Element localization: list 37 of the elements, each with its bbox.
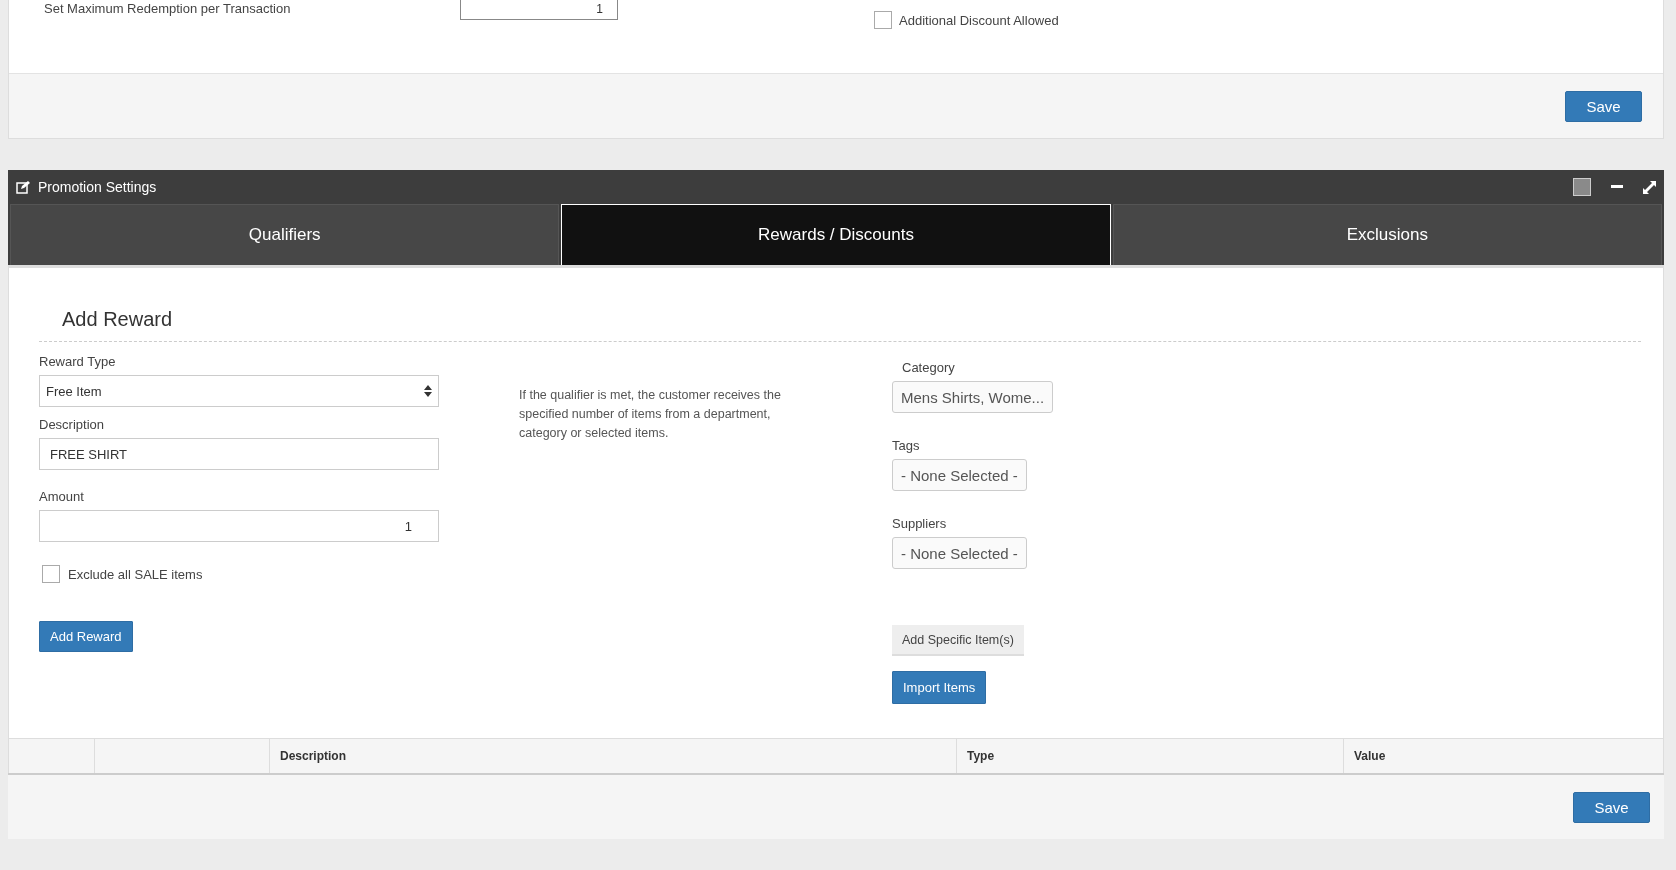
field-label: Reward Type: [39, 354, 117, 369]
input-field[interactable]: 1: [39, 510, 439, 542]
tags-select[interactable]: - None Selected -: [892, 459, 1027, 491]
minimize-icon[interactable]: [1611, 185, 1623, 189]
help-text: If the qualifier is met, the customer receives the specified number of items from a department, category or selected items.: [519, 387, 782, 442]
field-label: Set Maximum Redemption per Transaction: [44, 0, 292, 18]
suppliers-select[interactable]: - None Selected -: [892, 537, 1027, 569]
category-select[interactable]: Mens Shirts, Wome...: [892, 381, 1054, 413]
field-label: Category: [902, 360, 955, 375]
expand-icon[interactable]: [1643, 180, 1656, 194]
edit-icon: [16, 180, 30, 194]
panel-title: Promotion Settings: [38, 179, 158, 195]
input-field[interactable]: 1: [460, 0, 618, 20]
column-header: Value: [1343, 738, 1664, 774]
tab[interactable]: Qualifiers: [10, 204, 560, 265]
checkbox-label: Exclude all SALE items: [68, 566, 203, 582]
sort-caret-icon: [424, 385, 432, 397]
field-label: Suppliers: [892, 516, 947, 531]
square-icon[interactable]: [1573, 178, 1591, 196]
field-label: Amount: [39, 489, 85, 504]
tab[interactable]: Exclusions: [1112, 204, 1662, 265]
field-label: Description: [39, 417, 106, 432]
field-label: Tags: [892, 438, 920, 453]
column-header: Type: [956, 738, 1344, 774]
save-button[interactable]: Save: [1565, 90, 1642, 122]
checkbox[interactable]: [42, 565, 60, 583]
reward-type-select[interactable]: Free Item: [39, 375, 439, 407]
save-button[interactable]: Save: [1573, 791, 1650, 823]
input-field[interactable]: FREE SHIRT: [39, 438, 439, 470]
tab[interactable]: Rewards / Discounts: [561, 204, 1111, 265]
column-header: Description: [269, 738, 957, 774]
add-specific-items-button[interactable]: Add Specific Item(s): [892, 625, 1024, 656]
checkbox-label: Additional Discount Allowed: [899, 12, 1059, 28]
section-heading: Add Reward: [61, 307, 174, 332]
add-reward-button[interactable]: Add Reward: [39, 621, 133, 652]
import-items-button[interactable]: Import Items: [892, 671, 987, 704]
checkbox[interactable]: [874, 11, 892, 29]
